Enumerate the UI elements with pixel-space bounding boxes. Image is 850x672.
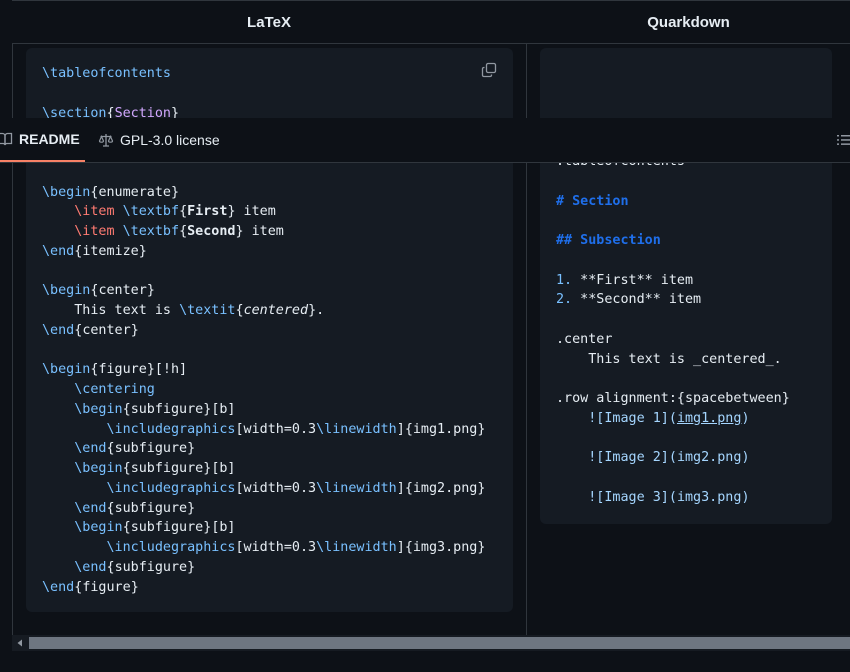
header-latex: LaTeX <box>247 14 291 31</box>
quarkdown-code-line: # Section <box>556 193 629 209</box>
triangle-left-icon <box>17 639 22 647</box>
latex-code-line: \includegraphics[width=0.3\linewidth]{im… <box>106 421 486 437</box>
latex-code-line: This text is \textit{centered}. <box>42 303 325 318</box>
quarkdown-code-line: ![Image 1](img1.png) <box>588 410 750 426</box>
outline-menu-button[interactable] <box>836 132 850 148</box>
column-separator <box>526 0 527 636</box>
latex-code-line: \begin{enumerate} <box>42 184 180 200</box>
latex-code-line: \includegraphics[width=0.3\linewidth]{im… <box>106 540 486 555</box>
latex-code-line: \end{figure} <box>42 579 139 595</box>
latex-code-line: \begin{figure}[!h] <box>42 362 188 378</box>
latex-code-line: \end{subfigure} <box>74 441 196 457</box>
book-icon <box>0 132 13 146</box>
latex-code-line: \includegraphics[width=0.3\linewidth]{im… <box>106 480 486 496</box>
latex-code-line: \end{center} <box>42 322 139 338</box>
latex-code-line: \centering <box>74 382 155 397</box>
copy-icon <box>481 62 497 78</box>
latex-code-line: \end{itemize} <box>42 243 147 259</box>
quarkdown-code-line: ## Subsection <box>556 233 661 248</box>
latex-code-line: \tableofcontents <box>42 66 171 81</box>
tab-readme[interactable]: README <box>0 118 85 162</box>
quarkdown-code-line: .row alignment:{spacebetween} <box>556 391 790 406</box>
latex-code-line: \item \textbf{First} item <box>74 204 276 220</box>
latex-code-line: \begin{subfigure}[b] <box>74 461 236 476</box>
quarkdown-code-line: .center <box>556 331 613 347</box>
header-quarkdown: Quarkdown <box>647 14 730 31</box>
scroll-left-arrow[interactable] <box>12 635 28 651</box>
copy-code-button[interactable] <box>475 56 503 84</box>
quarkdown-code-line: ![Image 3](img3.png) <box>588 489 750 505</box>
latex-code-line: \begin{subfigure}[b] <box>74 520 236 536</box>
tab-readme-label: README <box>19 131 80 147</box>
tab-license[interactable]: GPL-3.0 license <box>98 118 220 162</box>
horizontal-scrollbar[interactable] <box>12 635 850 651</box>
quarkdown-code-line: 2. **Second** item <box>556 292 702 308</box>
table-header-row: LaTeX Quarkdown <box>12 0 850 44</box>
latex-code-line: \begin{center} <box>42 283 155 299</box>
list-icon <box>837 135 850 145</box>
quarkdown-code-line: ![Image 2](img2.png) <box>588 450 750 466</box>
latex-code-line: \end{subfigure} <box>74 559 196 575</box>
quarkdown-code-line: This text is _centered_. <box>556 351 782 367</box>
repo-tab-bar: README GPL-3.0 license <box>0 118 850 163</box>
scrollbar-thumb[interactable] <box>29 637 850 649</box>
latex-code-line: \item \textbf{Second} item <box>74 224 284 239</box>
latex-code-line: \begin{subfigure}[b] <box>74 401 236 417</box>
tab-license-label: GPL-3.0 license <box>120 132 220 148</box>
law-scale-icon <box>98 134 114 147</box>
latex-code-line: \end{subfigure} <box>74 500 196 516</box>
quarkdown-code-line: 1. **First** item <box>556 272 694 288</box>
